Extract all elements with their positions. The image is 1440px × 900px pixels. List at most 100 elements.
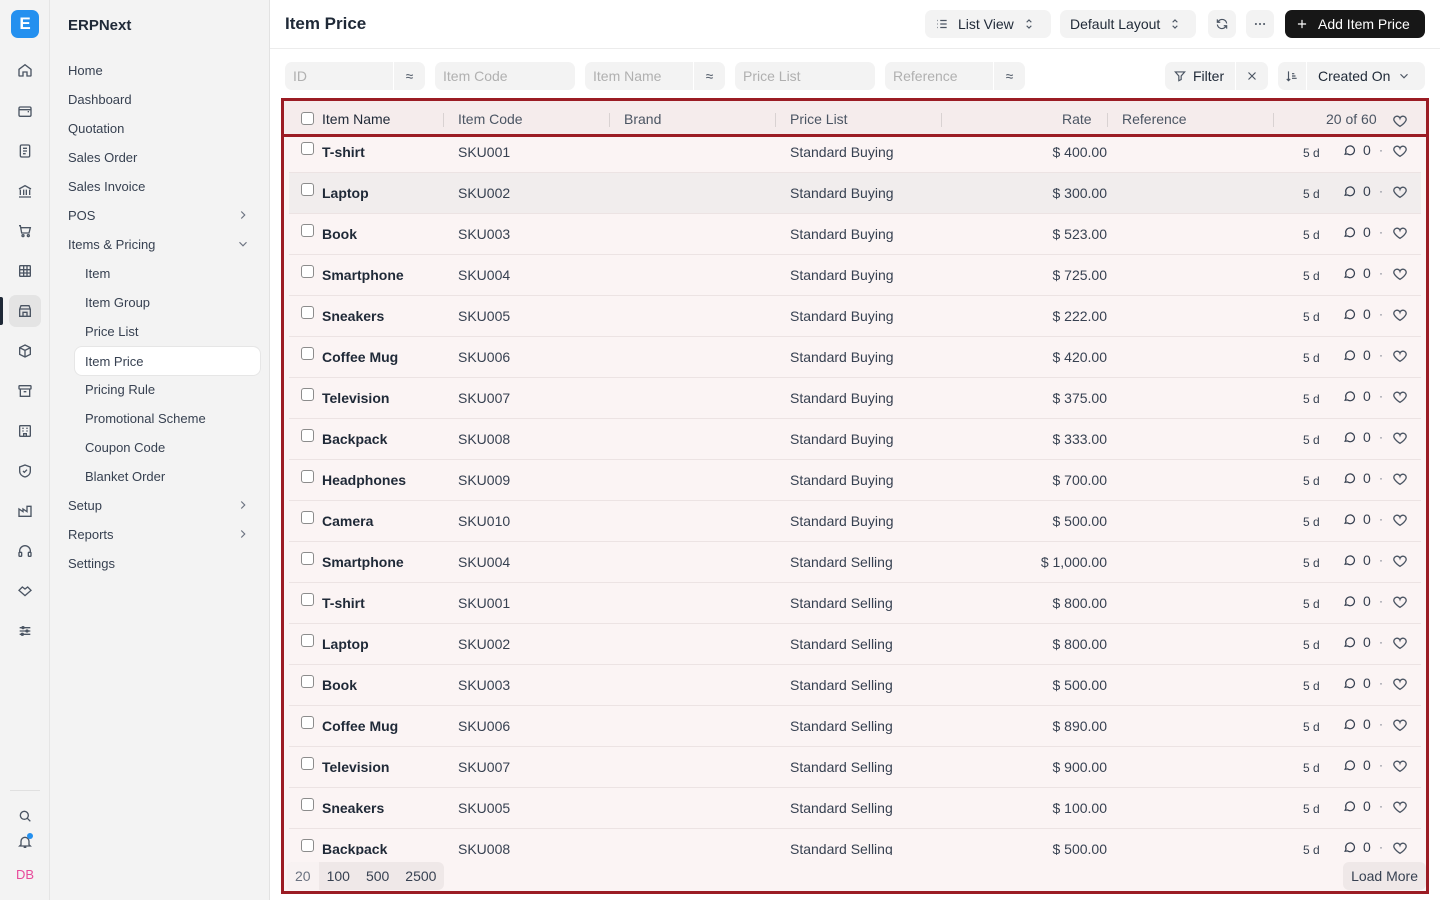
- sidebar-item-items-pricing[interactable]: Items & Pricing: [68, 231, 260, 257]
- sidebar-item-promotional-scheme[interactable]: Promotional Scheme: [85, 405, 260, 431]
- row-checkbox[interactable]: [301, 429, 314, 442]
- handshake-icon[interactable]: [9, 575, 41, 607]
- approx-icon[interactable]: ≈: [393, 62, 425, 90]
- approx-icon[interactable]: ≈: [993, 62, 1025, 90]
- heart-icon[interactable]: [1392, 225, 1408, 241]
- table-row[interactable]: Television SKU007 Standard Selling $ 900.00…: [289, 747, 1421, 788]
- refresh-button[interactable]: [1208, 10, 1236, 38]
- item-name-filter-field[interactable]: Item Name ≈: [585, 62, 725, 90]
- row-checkbox[interactable]: [301, 839, 314, 852]
- table-row[interactable]: Backpack SKU008 Standard Selling $ 500.00 5 …: [289, 829, 1421, 855]
- comment-count[interactable]: 0: [1342, 839, 1371, 855]
- column-price-list[interactable]: Price List: [790, 111, 848, 127]
- item-name-cell[interactable]: Book: [322, 677, 357, 693]
- comment-count[interactable]: 0: [1342, 716, 1371, 732]
- list-view-button[interactable]: List View: [925, 10, 1051, 38]
- table-row[interactable]: Camera SKU010 Standard Buying $ 500.00 5 d 0 ·: [289, 501, 1421, 542]
- row-checkbox[interactable]: [301, 142, 314, 155]
- row-checkbox[interactable]: [301, 716, 314, 729]
- row-checkbox[interactable]: [301, 798, 314, 811]
- sidebar-item-item[interactable]: Item: [85, 260, 260, 286]
- comment-count[interactable]: 0: [1342, 306, 1371, 322]
- page-size-500[interactable]: 500: [358, 862, 397, 890]
- store-icon[interactable]: [9, 295, 41, 327]
- archive-icon[interactable]: [9, 375, 41, 407]
- table-row[interactable]: Backpack SKU008 Standard Buying $ 333.00 5 d…: [289, 419, 1421, 460]
- heart-icon[interactable]: [1392, 430, 1408, 446]
- column-reference[interactable]: Reference: [1122, 111, 1187, 127]
- app-logo[interactable]: E: [11, 10, 39, 38]
- comment-count[interactable]: 0: [1342, 798, 1371, 814]
- table-row[interactable]: Television SKU007 Standard Buying $ 375.00 5…: [289, 378, 1421, 419]
- row-checkbox[interactable]: [301, 552, 314, 565]
- heart-icon[interactable]: [1392, 676, 1408, 692]
- comment-count[interactable]: 0: [1342, 634, 1371, 650]
- item-name-cell[interactable]: Book: [322, 226, 357, 242]
- item-name-cell[interactable]: Coffee Mug: [322, 349, 398, 365]
- building-icon[interactable]: [9, 415, 41, 447]
- row-checkbox[interactable]: [301, 183, 314, 196]
- sort-field-label[interactable]: Created On: [1318, 68, 1390, 84]
- table-row[interactable]: Book SKU003 Standard Buying $ 523.00 5 d 0 ·: [289, 214, 1421, 255]
- heart-icon[interactable]: [1392, 266, 1408, 282]
- home-icon[interactable]: [9, 54, 41, 86]
- sidebar-item-blanket-order[interactable]: Blanket Order: [85, 463, 260, 489]
- comment-count[interactable]: 0: [1342, 183, 1371, 199]
- table-row[interactable]: Coffee Mug SKU006 Standard Selling $ 890.00…: [289, 706, 1421, 747]
- bell-icon[interactable]: [9, 826, 41, 858]
- heart-icon[interactable]: [1392, 307, 1408, 323]
- item-code-filter-field[interactable]: Item Code: [435, 62, 575, 90]
- heart-icon[interactable]: [1392, 143, 1408, 159]
- item-name-cell[interactable]: Laptop: [322, 636, 369, 652]
- item-name-cell[interactable]: Smartphone: [322, 554, 404, 570]
- item-name-cell[interactable]: Smartphone: [322, 267, 404, 283]
- table-row[interactable]: Book SKU003 Standard Selling $ 500.00 5 d 0 ·: [289, 665, 1421, 706]
- box-icon[interactable]: [9, 335, 41, 367]
- row-checkbox[interactable]: [301, 347, 314, 360]
- sidebar-item-sales-invoice[interactable]: Sales Invoice: [68, 173, 260, 199]
- row-checkbox[interactable]: [301, 593, 314, 606]
- clear-filter-button[interactable]: [1235, 62, 1268, 90]
- page-size-100[interactable]: 100: [319, 862, 358, 890]
- table-row[interactable]: Smartphone SKU004 Standard Buying $ 725.00 5…: [289, 255, 1421, 296]
- heart-icon[interactable]: [1392, 184, 1408, 200]
- item-name-cell[interactable]: Sneakers: [322, 308, 384, 324]
- page-size-20[interactable]: 20: [287, 862, 319, 890]
- column-item-code[interactable]: Item Code: [458, 111, 523, 127]
- approx-icon[interactable]: ≈: [693, 62, 725, 90]
- cart-icon[interactable]: [9, 215, 41, 247]
- comment-count[interactable]: 0: [1342, 429, 1371, 445]
- table-row[interactable]: T-shirt SKU001 Standard Buying $ 400.00 5 d 0…: [289, 137, 1421, 173]
- table-row[interactable]: Coffee Mug SKU006 Standard Buying $ 420.00 5…: [289, 337, 1421, 378]
- reference-filter-field[interactable]: Reference ≈: [885, 62, 1025, 90]
- comment-count[interactable]: 0: [1342, 470, 1371, 486]
- document-icon[interactable]: [9, 135, 41, 167]
- add-item-price-button[interactable]: Add Item Price: [1285, 10, 1425, 38]
- item-name-cell[interactable]: Camera: [322, 513, 373, 529]
- row-checkbox[interactable]: [301, 757, 314, 770]
- table-icon[interactable]: [9, 255, 41, 287]
- filter-button[interactable]: Filter: [1165, 62, 1268, 90]
- item-name-cell[interactable]: Coffee Mug: [322, 718, 398, 734]
- sidebar-item-home[interactable]: Home: [68, 57, 260, 83]
- comment-count[interactable]: 0: [1342, 593, 1371, 609]
- app-title[interactable]: ERPNext: [68, 17, 131, 34]
- comment-count[interactable]: 0: [1342, 224, 1371, 240]
- table-row[interactable]: Smartphone SKU004 Standard Selling $ 1,000.…: [289, 542, 1421, 583]
- sidebar-item-reports[interactable]: Reports: [68, 521, 260, 547]
- heart-icon[interactable]: [1392, 840, 1408, 855]
- comment-count[interactable]: 0: [1342, 142, 1371, 158]
- row-checkbox[interactable]: [301, 224, 314, 237]
- column-brand[interactable]: Brand: [624, 111, 661, 127]
- avatar[interactable]: DB: [12, 864, 38, 884]
- heart-icon[interactable]: [1392, 717, 1408, 733]
- column-rate[interactable]: Rate: [1062, 111, 1092, 127]
- sidebar-item-pricing-rule[interactable]: Pricing Rule: [85, 376, 260, 402]
- factory-icon[interactable]: [9, 495, 41, 527]
- sort-order-button[interactable]: [1278, 62, 1307, 90]
- item-name-cell[interactable]: T-shirt: [322, 595, 365, 611]
- item-name-cell[interactable]: Laptop: [322, 185, 369, 201]
- row-checkbox[interactable]: [301, 265, 314, 278]
- row-checkbox[interactable]: [301, 634, 314, 647]
- sidebar-item-coupon-code[interactable]: Coupon Code: [85, 434, 260, 460]
